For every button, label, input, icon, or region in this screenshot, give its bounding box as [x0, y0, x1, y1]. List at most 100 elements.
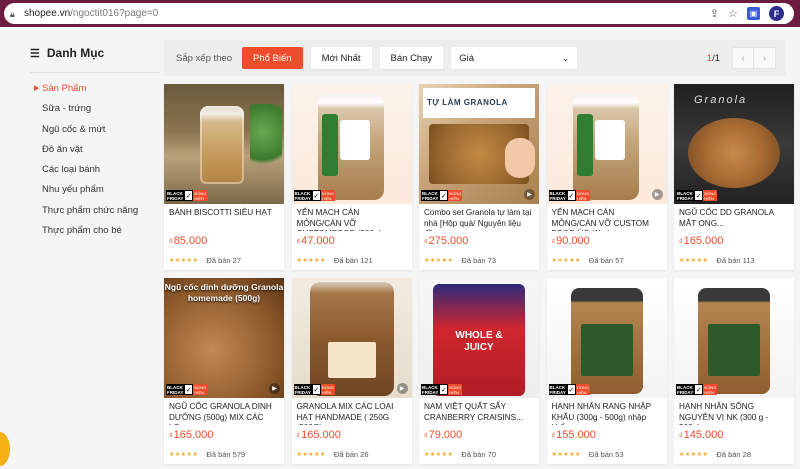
product-image[interactable]: BLACK FRIDAY ✓ ĐỒNG HIỆN: [546, 278, 667, 398]
product-title[interactable]: GRANOLA MIX CÁC LOẠI HẠT HANDMADE ( 250G…: [292, 398, 412, 425]
category-label: Thực phẩm chức năng: [42, 204, 139, 216]
play-video-icon[interactable]: ▶: [269, 383, 280, 394]
sidebar-category-item[interactable]: Thực phẩm cho bé: [30, 221, 160, 241]
sold-count: Đã bán 121: [333, 255, 373, 265]
rating-stars-icon: ★★★★★: [424, 257, 454, 264]
product-price: ₫ 165.000: [292, 425, 412, 447]
product-image[interactable]: WHOLE & JUICY BLACK FRIDAY ✓ ĐỒNG HIỆN: [419, 278, 539, 398]
profile-avatar[interactable]: F: [769, 6, 784, 21]
sold-count: Đã bán 579: [206, 449, 246, 459]
bookmark-star-icon[interactable]: ☆: [728, 7, 738, 20]
product-price: ₫ 275.000: [419, 231, 539, 253]
play-video-icon[interactable]: ▶: [524, 189, 535, 200]
product-title[interactable]: HẠNH NHÂN RANG NHẬP KHẨU (300g - 500g) n…: [547, 398, 667, 425]
product-image[interactable]: BLACK FRIDAY ✓ ĐỒNG HIỆN ▶: [546, 84, 667, 204]
share-icon[interactable]: ⇪: [710, 7, 719, 20]
next-page-button[interactable]: ›: [754, 47, 776, 69]
product-card[interactable]: Ngũ cốc dinh dưỡng Granola homemade (500…: [164, 278, 284, 464]
check-icon: ✓: [694, 190, 704, 201]
black-friday-badge: BLACK FRIDAY ✓ ĐỒNG HIỆN: [293, 190, 335, 201]
product-price: ₫ 79.000: [419, 425, 539, 447]
product-image[interactable]: BLACK FRIDAY ✓ ĐỒNG HIỆN ▶: [291, 278, 412, 398]
product-price: ₫ 85.000: [164, 231, 284, 253]
currency-symbol: ₫: [296, 433, 301, 440]
product-image[interactable]: Granola BLACK FRIDAY ✓ ĐỒNG HIỆN: [674, 84, 794, 204]
sort-label: Sắp xếp theo: [176, 52, 232, 64]
play-video-icon[interactable]: ▶: [651, 189, 663, 200]
sidebar-category-item[interactable]: Đồ ăn vặt: [30, 140, 160, 160]
product-card[interactable]: BLACK FRIDAY ✓ ĐỒNG HIỆN HẠNH NHÂN RANG NHẬP …: [546, 278, 667, 464]
category-label: Sữa - trứng: [42, 103, 92, 115]
chevron-right-icon: ›: [762, 52, 767, 64]
product-title[interactable]: NGŨ CỐC GRANOLA DINH DƯỠNG (500g) MIX CÁ…: [164, 398, 284, 425]
extension-icon[interactable]: ▣: [747, 7, 760, 20]
product-meta: ★★★★★ Đã bán 28: [674, 447, 794, 461]
product-image[interactable]: TỰ LÀM GRANOLA BLACK FRIDAY ✓ ĐỒNG HIỆN ▶: [419, 84, 539, 204]
rating-stars-icon: ★★★★★: [679, 451, 709, 458]
product-card[interactable]: BLACK FRIDAY ✓ ĐỒNG HIỆN YẾN MẠCH CÁN MỎNG/CÁ…: [291, 84, 412, 270]
sidebar-category-item[interactable]: Các loại bánh: [30, 160, 160, 180]
product-meta: ★★★★★ Đã bán 27: [164, 253, 284, 267]
price-value: 165.000: [173, 429, 214, 441]
check-icon: ✓: [439, 190, 449, 201]
price-sort-select[interactable]: Giá ⌄: [451, 47, 578, 69]
product-card[interactable]: Granola BLACK FRIDAY ✓ ĐỒNG HIỆN NGŨ CỐC DD GR…: [674, 84, 794, 270]
sort-bar: Sắp xếp theo Phổ Biến Mới Nhất Bán Chạy …: [164, 40, 786, 76]
product-image[interactable]: Ngũ cốc dinh dưỡng Granola homemade (500…: [164, 278, 284, 398]
currency-symbol: ₫: [551, 433, 556, 440]
floating-widget[interactable]: [0, 432, 10, 466]
sidebar-category-item[interactable]: Ngũ cốc & mứt: [30, 120, 160, 140]
product-price: ₫ 165.000: [164, 425, 284, 447]
rating-stars-icon: ★★★★★: [169, 257, 199, 264]
product-card[interactable]: TỰ LÀM GRANOLA BLACK FRIDAY ✓ ĐỒNG HIỆN ▶ Combo…: [419, 84, 539, 270]
currency-symbol: ₫: [424, 433, 428, 440]
black-friday-badge: BLACK FRIDAY ✓ ĐỒNG HIỆN: [166, 384, 208, 395]
product-image[interactable]: BLACK FRIDAY ✓ ĐỒNG HIỆN: [291, 84, 412, 204]
price-value: 47.000: [301, 235, 335, 247]
product-title[interactable]: BÁNH BISCOTTI SIÊU HẠT: [164, 204, 284, 231]
sidebar-category-item[interactable]: Sữa - trứng: [30, 99, 160, 119]
address-bar[interactable]: 🔒︎ shopee.vn /ngoctit016?page=0 ⇪ ☆ ▣ F: [4, 3, 794, 24]
sidebar-category-item[interactable]: Thực phẩm chức năng: [30, 201, 160, 221]
price-value: 79.000: [428, 429, 463, 441]
product-title[interactable]: Combo set Granola tự làm tại nhà [Hộp qu…: [419, 204, 539, 231]
sort-popular-button[interactable]: Phổ Biến: [242, 47, 303, 69]
product-card[interactable]: BLACK FRIDAY ✓ ĐỒNG HIỆN HẠNH NHÂN SỐNG NGUYÊ…: [674, 278, 794, 464]
product-card[interactable]: BLACK FRIDAY ✓ ĐỒNG HIỆN ▶ GRANOLA MIX CÁC LOẠ…: [291, 278, 412, 464]
product-card[interactable]: WHOLE & JUICY BLACK FRIDAY ✓ ĐỒNG HIỆN NAM VIỆ…: [419, 278, 539, 464]
check-icon: ✓: [311, 190, 321, 201]
product-meta: ★★★★★ Đã bán 53: [547, 447, 667, 461]
product-title[interactable]: YẾN MẠCH CÁN MỎNG/CÁN VỠ CUSTOMFOOD (500…: [292, 204, 412, 231]
check-icon: ✓: [184, 190, 194, 201]
product-title[interactable]: YẾN MẠCH CÁN MỎNG/CÁN VỠ CUSTOM FOOD ÚC …: [547, 204, 667, 231]
price-value: 145.000: [683, 429, 724, 441]
product-price: ₫ 165.000: [674, 231, 794, 253]
product-card[interactable]: BLACK FRIDAY ✓ ĐỒNG HIỆN BÁNH BISCOTTI SIÊU H…: [164, 84, 284, 270]
black-friday-badge: BLACK FRIDAY ✓ ĐỒNG HIỆN: [421, 384, 463, 395]
rating-stars-icon: ★★★★★: [551, 451, 581, 458]
category-label: Ngũ cốc & mứt: [42, 123, 106, 135]
play-video-icon[interactable]: ▶: [396, 383, 408, 394]
mini-pager: 1/1 ‹ ›: [707, 47, 776, 69]
currency-symbol: ₫: [679, 433, 683, 440]
prev-page-button[interactable]: ‹: [732, 47, 754, 69]
chevron-down-icon: ⌄: [561, 52, 570, 63]
sidebar-category-item[interactable]: Nhu yếu phẩm: [30, 180, 160, 200]
sort-newest-button[interactable]: Mới Nhất: [310, 47, 372, 69]
product-image-text: Granola: [694, 94, 748, 106]
sidebar-category-item[interactable]: ▶ Sản Phẩm: [30, 79, 160, 99]
price-value: 155.000: [556, 429, 596, 441]
product-title[interactable]: NAM VIỆT QUẤT SẤY CRANBERRY CRAISINS...: [419, 398, 539, 425]
sort-bestseller-button[interactable]: Bán Chạy: [379, 47, 444, 69]
category-title: Danh Mục: [46, 46, 105, 60]
product-meta: ★★★★★ Đã bán 121: [292, 253, 412, 267]
product-title[interactable]: NGŨ CỐC DD GRANOLA MẮT ONG...: [674, 204, 794, 231]
rating-stars-icon: ★★★★★: [424, 451, 454, 458]
product-image[interactable]: BLACK FRIDAY ✓ ĐỒNG HIỆN: [164, 84, 284, 204]
product-image[interactable]: BLACK FRIDAY ✓ ĐỒNG HIỆN: [674, 278, 794, 398]
product-title[interactable]: HẠNH NHÂN SỐNG NGUYÊN VỊ NK (300 g - 500…: [674, 398, 794, 425]
product-price: ₫ 90.000: [547, 231, 667, 253]
product-card[interactable]: BLACK FRIDAY ✓ ĐỒNG HIỆN ▶ YẾN MẠCH CÁN MỎNG/C…: [546, 84, 667, 270]
currency-symbol: ₫: [679, 239, 683, 246]
currency-symbol: ₫: [169, 433, 173, 440]
